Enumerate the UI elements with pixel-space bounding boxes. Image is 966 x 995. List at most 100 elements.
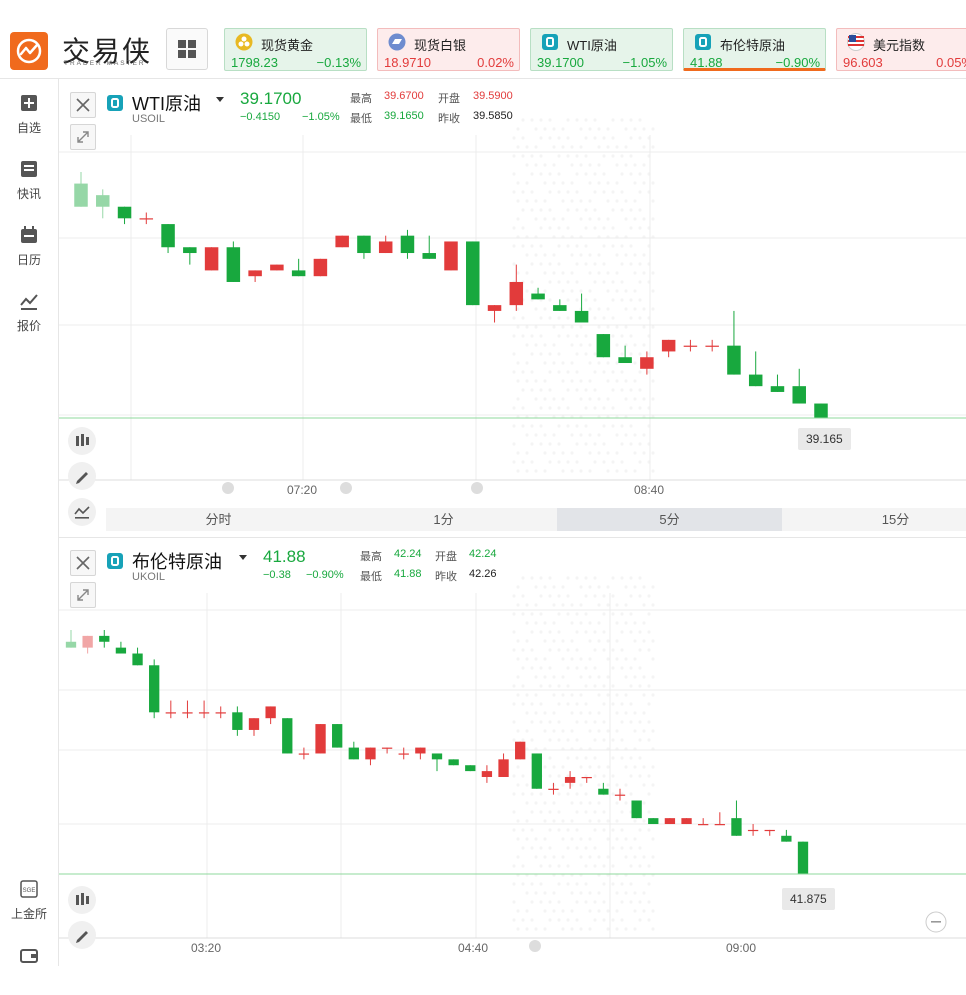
candle [365,747,376,766]
candle [698,818,709,826]
sidebar-item-wallet[interactable] [0,945,58,995]
candle [797,841,809,874]
candle-body [139,218,154,220]
candle-body [748,374,763,387]
sidebar-item-label: 上金所 [10,907,47,921]
candle-body [498,759,509,777]
candle-body [466,241,480,306]
candle-body [548,788,559,790]
candle [165,700,176,719]
prev-close-value: 39.5850 [473,110,513,122]
candle-body [365,747,376,760]
candle-body [422,253,436,259]
candle [99,630,110,648]
indicator-line-icon [74,506,90,519]
indicator-button[interactable] [68,498,96,526]
ticker-wti[interactable]: WTI原油 39.1700 −1.05% [530,28,673,71]
candle-body [99,635,110,642]
zoom-out-icon[interactable] [925,911,947,933]
price-change-pct: −1.05% [302,111,340,123]
candle [422,235,436,259]
candle [226,241,241,282]
tab-15min[interactable]: 15分 [783,508,966,531]
ticker-silver[interactable]: 现货白银 18.9710 0.02% [377,28,520,71]
candle [132,647,143,666]
dropdown-caret-icon[interactable] [237,552,249,562]
prev-close-label: 昨收 [438,113,460,125]
candle-body [161,224,175,248]
candle-body [198,712,210,714]
top-header: 交易侠 TRADER MASTER 现货黄金 1798.23 −0.13% 现货… [0,0,966,79]
ticker-name: 美元指数 [873,38,926,53]
calendar-icon [21,226,37,243]
ticker-brent[interactable]: 布伦特原油 41.88 −0.90% [683,28,826,71]
candle-body [698,824,709,826]
candle [357,235,371,259]
chart-type-button[interactable] [68,886,96,914]
candle-body [381,747,393,749]
candle-body [747,829,759,832]
candle [731,800,742,836]
chart-type-button[interactable] [68,427,96,455]
candle-body [291,270,306,277]
candle-body [681,818,692,825]
candle-body [248,718,260,730]
candlestick-chart-wti[interactable] [59,80,966,535]
candle-body [581,776,592,779]
candle [531,287,545,300]
ticker-change: −0.90% [775,55,820,70]
candle-body [481,771,493,777]
tab-timeshare[interactable]: 分时 [106,508,331,531]
expand-icon [77,589,89,601]
candle-body [183,247,197,254]
draw-tool-button[interactable] [68,462,96,490]
candle-body [531,753,542,789]
candle [792,368,806,404]
sidebar-item-calendar[interactable]: 日历 [0,225,58,275]
sidebar-item-news[interactable]: 快讯 [0,159,58,209]
candle [683,339,698,352]
candle [315,724,326,754]
dropdown-caret-icon[interactable] [214,94,226,104]
candle-body [132,653,143,666]
current-price: 41.88 [263,547,306,566]
us-flag-icon [847,33,865,51]
price-change: −0.4150 [240,111,281,123]
close-panel-button[interactable] [70,550,96,576]
candle-body [814,403,828,418]
candle-body [640,357,654,369]
ticker-usd-index[interactable]: 美元指数 96.603 0.05% [836,28,966,71]
candlestick-icon [76,893,89,905]
candle [664,818,676,825]
left-sidebar: 自选 快讯 日历 报价 SGE 上金所 [0,79,59,966]
x-axis-label: 09:00 [726,941,757,955]
candle-body [149,665,160,713]
candle-body [618,357,632,364]
news-icon [21,161,37,177]
ticker-gold[interactable]: 现货黄金 1798.23 −0.13% [224,28,367,71]
candle-body [431,753,443,760]
candle [444,241,458,271]
candle-body [82,635,93,648]
candle [531,753,542,789]
close-panel-button[interactable] [70,92,96,118]
tab-1min[interactable]: 1分 [331,508,556,531]
instrument-symbol: USOIL [132,113,166,125]
draw-tool-button[interactable] [68,921,96,949]
candle [115,641,127,654]
sidebar-item-sge[interactable]: SGE 上金所 [0,879,58,929]
candle [183,247,197,265]
candle-body [764,829,775,832]
tab-5min[interactable]: 5分 [557,508,782,531]
sidebar-item-quotes[interactable]: 报价 [0,291,58,341]
candle [661,339,676,358]
candle [581,776,592,783]
pencil-icon [76,472,88,484]
candle [714,812,725,826]
sidebar-item-favorites[interactable]: 自选 [0,93,58,143]
layout-grid-button[interactable] [166,28,208,70]
low-label: 最低 [360,571,382,583]
candle [748,351,763,387]
expand-panel-button[interactable] [70,582,96,608]
expand-panel-button[interactable] [70,124,96,150]
